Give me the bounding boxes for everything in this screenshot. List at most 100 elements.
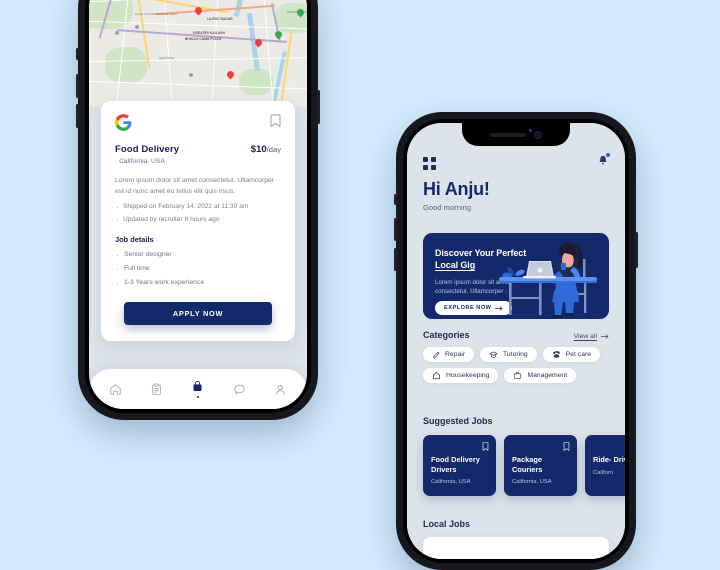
suggested-jobs-heading: Suggested Jobs	[423, 416, 493, 426]
job-detail-item: 1-3 Years work experience	[115, 278, 281, 288]
map-label: GREATER KAILASH	[193, 31, 225, 35]
front-camera	[534, 130, 542, 139]
job-description: Lorem ipsum dolor sit amet consectetur. …	[115, 177, 275, 196]
category-chip-tutoring[interactable]: Tutoring	[480, 347, 537, 362]
job-card-title: Package Couriers	[512, 455, 543, 474]
nav-item-applications[interactable]	[150, 383, 163, 396]
apply-now-button[interactable]: APPLY NOW	[124, 302, 272, 326]
suggested-job-card[interactable]: Package Couriers California, USA	[504, 435, 577, 496]
arrow-right-icon	[601, 334, 609, 339]
map-label: LAJPAT NAGAR	[207, 17, 233, 21]
map-pin[interactable]	[295, 7, 306, 18]
job-location-text: California, USA	[119, 158, 165, 165]
map-view[interactable]: Indira Gandhi International Airport Airp…	[89, 0, 307, 107]
mute-switch[interactable]	[76, 48, 79, 60]
map-pin[interactable]	[225, 69, 236, 80]
map-pin[interactable]	[253, 37, 264, 48]
category-chip-pet-care[interactable]: Pet care	[542, 347, 601, 362]
banner-title-line2: Local Gig	[435, 260, 476, 271]
job-detail-item: Senior designer	[115, 250, 281, 260]
notification-bell-icon[interactable]	[597, 153, 610, 172]
nav-item-profile[interactable]	[274, 383, 287, 396]
volume-up-button[interactable]	[76, 74, 79, 98]
local-jobs-header: Local Jobs	[423, 519, 609, 529]
chat-icon	[234, 384, 245, 394]
price-amount: $10	[250, 144, 267, 155]
map-pin[interactable]	[273, 29, 284, 40]
map-marker-dot[interactable]	[115, 31, 119, 35]
home-screen-body: Hi Anju! Good morning Discover Your Perf…	[407, 123, 625, 559]
category-chip-housekeeping[interactable]: Housekeeping	[423, 368, 499, 383]
categories-header: Categories View all	[423, 330, 609, 340]
category-chip-list: Repair Tutoring Pet care Housekeeping Ma…	[423, 347, 613, 383]
paw-icon	[553, 350, 560, 358]
promo-banner[interactable]: Discover Your Perfect Local Gig Lorem ip…	[423, 233, 609, 319]
nav-item-messages[interactable]	[233, 383, 246, 396]
suggested-job-card[interactable]: Food Delivery Drivers California, USA	[423, 435, 496, 496]
volume-down-button[interactable]	[76, 104, 79, 128]
nav-item-home[interactable]	[109, 383, 122, 396]
right-phone-screen: Hi Anju! Good morning Discover Your Perf…	[407, 123, 625, 559]
greeting-subtitle: Good morning	[423, 203, 472, 212]
price-unit: /day	[266, 145, 281, 154]
chip-label: Management	[527, 372, 568, 379]
chip-label: Housekeeping	[446, 372, 490, 379]
bottom-navigation-bar	[89, 369, 307, 409]
nav-item-jobs[interactable]	[191, 380, 204, 399]
device-notch	[462, 123, 570, 146]
job-title: Food Delivery	[115, 144, 180, 155]
job-price: $10/day	[251, 144, 281, 155]
bookmark-icon[interactable]	[270, 114, 281, 128]
job-title-row: Food Delivery $10/day	[115, 144, 281, 155]
active-indicator-dot	[196, 395, 200, 399]
explore-now-label: EXPLORE NOW	[444, 305, 492, 311]
suggested-job-card[interactable]: Ride- Drivers Californ	[585, 435, 625, 496]
home-icon	[110, 383, 121, 395]
right-phone-frame: Hi Anju! Good morning Discover Your Perf…	[394, 112, 638, 570]
job-detail-card: Food Delivery $10/day · California, USA …	[101, 101, 295, 342]
suggested-jobs-list[interactable]: Food Delivery Drivers California, USA Pa…	[423, 435, 625, 496]
bookmark-icon	[563, 442, 570, 451]
job-card-location: California, USA	[512, 479, 552, 486]
suggested-jobs-header: Suggested Jobs	[423, 416, 609, 426]
power-button[interactable]	[317, 90, 320, 124]
volume-down-button[interactable]	[394, 248, 397, 271]
profile-icon	[276, 384, 285, 395]
map-label: BHIKAJI CAMA PLACE	[185, 37, 222, 41]
graduation-cap-icon	[489, 351, 498, 358]
map-marker-dot[interactable]	[135, 25, 139, 29]
job-meta-item: Updated by recruiter 8 hours ago	[115, 215, 281, 225]
job-detail-item: Full time	[115, 264, 281, 274]
wrench-icon	[433, 351, 440, 358]
chip-label: Repair	[445, 351, 466, 358]
job-card-location: California, USA	[431, 479, 471, 486]
local-job-card[interactable]	[423, 537, 609, 559]
category-chip-management[interactable]: Management	[504, 368, 577, 383]
bag-icon	[193, 380, 202, 391]
job-card-title: Food Delivery Drivers	[431, 455, 480, 474]
view-all-link[interactable]: View all	[574, 333, 609, 340]
map-marker-dot[interactable]	[189, 73, 193, 77]
chip-label: Tutoring	[503, 351, 528, 358]
map-label: Qutub Minar	[159, 57, 175, 60]
job-card-header	[115, 114, 281, 131]
mockup-stage: Indira Gandhi International Airport Airp…	[0, 0, 720, 570]
grid-menu-icon[interactable]	[423, 156, 436, 170]
map-pin[interactable]	[193, 5, 204, 16]
google-g-logo	[115, 114, 132, 131]
job-card-location: Californ	[593, 469, 613, 476]
category-chip-repair[interactable]: Repair	[423, 347, 475, 362]
clipboard-icon	[152, 383, 162, 395]
bookmark-icon	[482, 442, 489, 451]
left-phone-screen: Indira Gandhi International Airport Airp…	[89, 0, 307, 409]
briefcase-icon	[514, 372, 522, 379]
volume-up-button[interactable]	[394, 218, 397, 241]
woman-working-at-desk-illustration	[499, 243, 597, 318]
power-button[interactable]	[635, 232, 638, 268]
mute-switch[interactable]	[394, 194, 397, 205]
house-icon	[433, 372, 440, 380]
job-meta-item: Shipped on February 14, 2022 at 11:30 am	[115, 202, 281, 212]
job-card-title: Ride- Drivers	[593, 455, 625, 464]
job-details-heading: Job details	[115, 235, 154, 245]
home-header	[423, 153, 610, 172]
